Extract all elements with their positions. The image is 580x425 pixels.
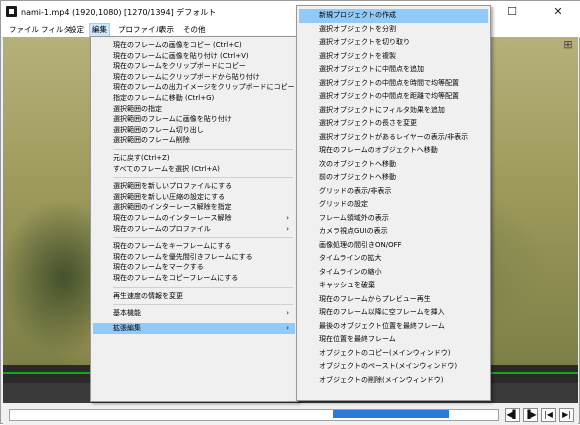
ext-menu-item[interactable]: 現在のフレームからプレビュー再生: [299, 293, 488, 307]
menu-view[interactable]: 表示: [157, 24, 176, 36]
ext-menu-item[interactable]: キャッシュを破棄: [299, 279, 488, 293]
seek-selection[interactable]: [333, 410, 449, 418]
menu-separator: [113, 149, 293, 150]
edit-menu-item[interactable]: 現在のフレームのインターレース解除 ›: [93, 213, 295, 224]
ext-menu-item[interactable]: 選択オブジェクトの中間点を距離で均等配置: [299, 90, 488, 104]
edit-menu-item[interactable]: 拡張編集 ›: [93, 323, 295, 334]
menu-edit[interactable]: 編集: [89, 23, 110, 37]
edit-menu-item[interactable]: 基本機能 ›: [93, 308, 295, 319]
ext-menu-item[interactable]: グリッドの表示/非表示: [299, 185, 488, 199]
ext-menu-item[interactable]: オブジェクトの削除(メインウィンドウ): [299, 374, 488, 388]
ext-menu-item[interactable]: カメラ視点GUIの表示: [299, 225, 488, 239]
ext-menu-item[interactable]: 選択オブジェクトにフィルタ効果を追加: [299, 104, 488, 118]
edit-menu-item[interactable]: 指定のフレームに移動 (Ctrl+G): [93, 93, 295, 104]
edit-menu-item[interactable]: すべてのフレームを選択 (Ctrl+A): [93, 164, 295, 175]
edit-menu-item[interactable]: 現在のフレームをクリップボードにコピー: [93, 61, 295, 72]
next-frame-button[interactable]: ▐▶: [523, 408, 538, 422]
ext-menu-item[interactable]: 選択オブジェクトの中間点を時間で均等配置: [299, 77, 488, 91]
menu-separator: [113, 237, 293, 239]
edit-menu-item[interactable]: 現在のフレームを優先間引きフレームにする: [93, 252, 295, 263]
edit-menu-item[interactable]: 現在のフレームにクリップボードから貼り付け: [93, 72, 295, 83]
ext-menu-item[interactable]: 画像処理の間引きON/OFF: [299, 239, 488, 253]
timeline-bar: ◀▌ ▐▶ |◀ ▶|: [3, 403, 578, 425]
edit-menu-item[interactable]: 選択範囲を新しい圧縮の設定にする: [93, 192, 295, 203]
maximize-button[interactable]: ☐: [489, 1, 535, 23]
menu-other[interactable]: その他: [181, 24, 208, 36]
submenu-arrow-icon: ›: [286, 214, 289, 222]
edit-menu-item[interactable]: 再生速度の情報を変更: [93, 291, 295, 302]
edit-menu-item[interactable]: 元に戻す(Ctrl+Z): [93, 153, 295, 164]
ext-menu-item[interactable]: 選択オブジェクトに中間点を追加: [299, 63, 488, 77]
edit-menu-item[interactable]: 選択範囲のフレーム削除: [93, 135, 295, 146]
ext-menu-item[interactable]: 新規プロジェクトの作成: [299, 9, 488, 23]
edit-menu: 現在のフレームの画像をコピー (Ctrl+C) 現在のフレームに画像を貼り付け (…: [90, 36, 298, 402]
edit-menu-item[interactable]: 選択範囲を新しいプロファイルにする: [93, 181, 295, 192]
ext-menu-item[interactable]: オブジェクトのコピー(メインウィンドウ): [299, 347, 488, 361]
edit-menu-item[interactable]: 現在のフレームの出力イメージをクリップボードにコピー: [93, 82, 295, 93]
first-frame-button[interactable]: |◀: [541, 408, 556, 422]
edit-menu-item[interactable]: 現在のフレームをキーフレームにする: [93, 241, 295, 252]
edit-menu-item[interactable]: 現在のフレームをマークする: [93, 262, 295, 273]
title-bar[interactable]: nami-1.mp4 (1920,1080) [1270/1394] デフォルト…: [1, 1, 580, 23]
ext-menu-item[interactable]: タイムラインの拡大: [299, 252, 488, 266]
ext-menu-item[interactable]: グリッドの設定: [299, 198, 488, 212]
ext-menu-item[interactable]: 最後のオブジェクト位置を最終フレーム: [299, 320, 488, 334]
ext-menu-item[interactable]: 現在位置を最終フレーム: [299, 333, 488, 347]
ext-menu-item[interactable]: 選択オブジェクトを複製: [299, 50, 488, 64]
menu-separator: [113, 304, 293, 306]
edit-menu-item[interactable]: 現在のフレームの画像をコピー (Ctrl+C): [93, 40, 295, 51]
menu-settings[interactable]: 設定: [67, 24, 86, 36]
ext-menu-item[interactable]: 選択オブジェクトがあるレイヤーの表示/非表示: [299, 131, 488, 145]
menu-separator: [113, 177, 293, 179]
close-button[interactable]: ✕: [535, 1, 580, 23]
ext-menu-item[interactable]: 次のオブジェクトへ移動: [299, 158, 488, 172]
edit-menu-item[interactable]: 現在のフレームのプロファイル ›: [93, 224, 295, 235]
last-frame-button[interactable]: ▶|: [559, 408, 574, 422]
ext-menu-item[interactable]: 現在のフレーム以降に空フレームを挿入: [299, 306, 488, 320]
ext-menu-item[interactable]: フレーム領域外の表示: [299, 212, 488, 226]
edit-menu-item[interactable]: 現在のフレームをコピーフレームにする: [93, 273, 295, 284]
extended-edit-submenu: 新規プロジェクトの作成 選択オブジェクトを分割 選択オブジェクトを切り取り 選択オブジ…: [296, 5, 491, 401]
grid-icon[interactable]: ⊞: [561, 38, 575, 52]
ext-menu-item[interactable]: 現在のフレームのオブジェクトへ移動: [299, 144, 488, 158]
window-title: nami-1.mp4 (1920,1080) [1270/1394] デフォルト: [21, 8, 217, 17]
app-icon: [6, 6, 17, 17]
submenu-arrow-icon: ›: [286, 324, 289, 333]
ext-menu-item[interactable]: 選択オブジェクトを分割: [299, 23, 488, 37]
ext-menu-item[interactable]: タイムラインの縮小: [299, 266, 488, 280]
edit-menu-item[interactable]: 現在のフレームに画像を貼り付け (Ctrl+V): [93, 51, 295, 62]
ext-menu-item[interactable]: 選択オブジェクトの長さを変更: [299, 117, 488, 131]
menu-file[interactable]: ファイル: [7, 24, 41, 36]
ext-menu-item[interactable]: オブジェクトのペースト(メインウィンドウ): [299, 360, 488, 374]
edit-menu-item[interactable]: 選択範囲の指定: [93, 104, 295, 115]
edit-menu-item[interactable]: 選択範囲のフレームに画像を貼り付け: [93, 114, 295, 125]
ext-menu-item[interactable]: 前のオブジェクトへ移動: [299, 171, 488, 185]
submenu-arrow-icon: ›: [286, 309, 289, 318]
menu-separator: [113, 286, 293, 288]
edit-menu-item[interactable]: 選択範囲のインターレース解除を指定: [93, 202, 295, 213]
edit-menu-item[interactable]: 選択範囲のフレーム切り出し: [93, 125, 295, 136]
submenu-arrow-icon: ›: [286, 224, 289, 233]
prev-frame-button[interactable]: ◀▌: [505, 408, 520, 422]
ext-menu-item[interactable]: 選択オブジェクトを切り取り: [299, 36, 488, 50]
